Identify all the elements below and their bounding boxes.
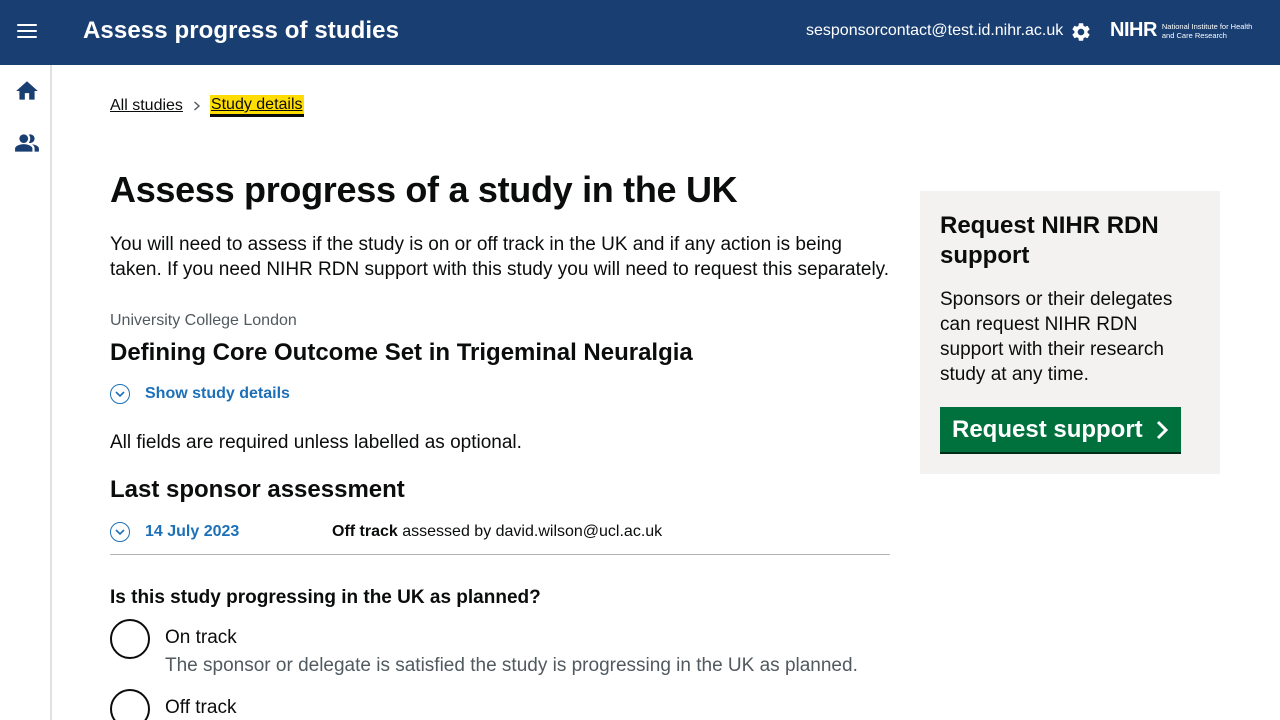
people-icon[interactable]: [14, 130, 40, 156]
request-support-button[interactable]: Request support: [940, 407, 1181, 452]
chevron-right-icon: [1156, 420, 1168, 439]
breadcrumb-all-studies[interactable]: All studies: [110, 97, 183, 115]
panel-text: Sponsors or their delegates can request …: [940, 289, 1173, 385]
app-title: Assess progress of studies: [83, 17, 400, 44]
intro-text: You will need to assess if the study is …: [110, 234, 890, 280]
assessment-status: Off track: [332, 523, 398, 540]
radio-off-track[interactable]: [110, 689, 150, 720]
breadcrumb-study-details[interactable]: Study details: [209, 95, 304, 117]
last-assessment-heading: Last sponsor assessment: [110, 476, 405, 503]
assessment-date[interactable]: 14 July 2023: [145, 523, 332, 541]
radio-hint-on-track: The sponsor or delegate is satisfied the…: [165, 655, 858, 676]
assessed-by: assessed by david.wilson@ucl.ac.uk: [402, 523, 663, 540]
radio-text: On track The sponsor or delegate is sati…: [165, 619, 858, 677]
nihr-logo: NIHR National Institute for Health and C…: [1110, 19, 1262, 42]
chevron-down-icon[interactable]: [110, 522, 130, 542]
show-study-details-label[interactable]: Show study details: [145, 385, 290, 403]
main-content: Assess progress of a study in the UK You…: [110, 168, 890, 720]
logo-mark: NIHR: [1110, 19, 1157, 41]
logo-text: National Institute for Health and Care R…: [1161, 21, 1253, 40]
organisation-name: University College London: [110, 312, 297, 329]
show-study-details-toggle[interactable]: Show study details: [110, 384, 890, 404]
top-header: Assess progress of studies sesponsorcont…: [0, 0, 1280, 65]
gear-icon[interactable]: [1070, 21, 1092, 43]
assessment-summary: Off track assessed by david.wilson@ucl.a…: [332, 523, 662, 541]
home-icon[interactable]: [14, 78, 40, 104]
chevron-right-icon: [193, 99, 201, 114]
last-assessment-row: 14 July 2023 Off track assessed by david…: [110, 522, 890, 555]
radio-on-track[interactable]: [110, 619, 150, 659]
radio-text: Off track: [165, 689, 236, 719]
request-support-label: Request support: [952, 415, 1143, 443]
user-email: sesponsorcontact@test.id.nihr.ac.uk: [806, 22, 1064, 39]
breadcrumb: All studies Study details: [110, 95, 304, 117]
radio-label-on-track[interactable]: On track: [165, 627, 858, 649]
page-title: Assess progress of a study in the UK: [110, 169, 738, 210]
sidebar: [0, 65, 52, 720]
study-title: Defining Core Outcome Set in Trigeminal …: [110, 339, 693, 366]
progress-question: Is this study progressing in the UK as p…: [110, 587, 541, 608]
radio-option-on-track[interactable]: On track The sponsor or delegate is sati…: [110, 619, 890, 677]
hamburger-menu-icon[interactable]: [17, 24, 37, 40]
request-support-panel: Request NIHR RDN support Sponsors or the…: [920, 191, 1220, 474]
required-fields-note: All fields are required unless labelled …: [110, 432, 522, 453]
radio-option-off-track[interactable]: Off track: [110, 689, 890, 720]
chevron-down-icon: [110, 384, 130, 404]
radio-label-off-track[interactable]: Off track: [165, 697, 236, 719]
panel-title: Request NIHR RDN support: [940, 212, 1159, 269]
